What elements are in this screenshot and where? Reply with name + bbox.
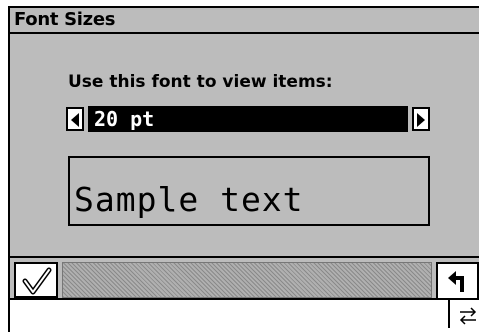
status-divider xyxy=(448,300,450,328)
font-sizes-dialog: Font Sizes Use this font to view items: … xyxy=(8,6,479,300)
title-bar: Font Sizes xyxy=(10,8,479,34)
next-size-button[interactable] xyxy=(412,107,430,131)
previous-size-button[interactable] xyxy=(66,107,84,131)
ok-button[interactable] xyxy=(14,262,58,298)
triangle-right-icon xyxy=(417,113,425,127)
status-strip xyxy=(8,300,483,332)
font-prompt-label: Use this font to view items: xyxy=(68,72,333,92)
command-bar-filler xyxy=(62,262,432,298)
command-bar xyxy=(10,256,479,300)
triangle-left-icon xyxy=(71,113,79,127)
dialog-title: Font Sizes xyxy=(14,9,116,30)
swap-arrows-icon[interactable] xyxy=(458,306,478,326)
font-size-value[interactable]: 20 pt xyxy=(88,106,408,132)
sample-preview: Sample text xyxy=(68,156,430,226)
font-size-selector: 20 pt xyxy=(66,106,432,134)
back-button[interactable] xyxy=(436,262,479,300)
checkmark-icon xyxy=(22,267,52,295)
sample-text: Sample text xyxy=(74,180,304,219)
return-arrow-icon xyxy=(448,271,464,292)
